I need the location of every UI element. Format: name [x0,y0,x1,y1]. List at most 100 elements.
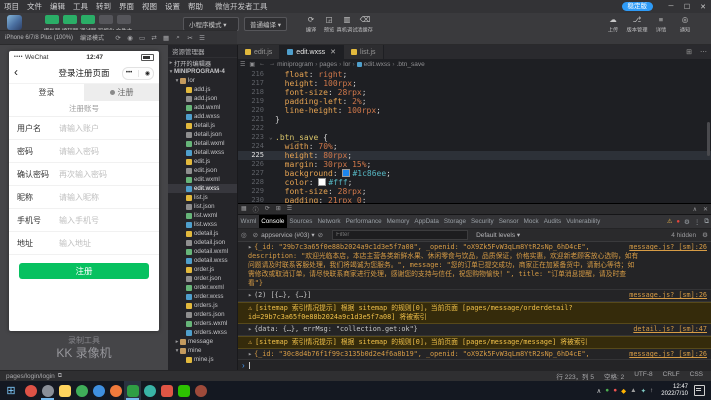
menu-item[interactable]: 文件 [23,1,46,12]
tree-item-list.js[interactable]: list.js [168,193,237,202]
editor-tab-edit.wxss[interactable]: edit.wxss✕ [280,45,344,59]
sim-control-icon[interactable]: ⟳ [112,34,124,42]
globe-app-icon[interactable] [141,381,158,400]
console-log-row[interactable]: ▸{data: {…}, errMsg: "collection.get:ok"… [238,324,711,336]
start-button[interactable]: ⊞ [0,384,22,397]
sim-control-icon[interactable]: ◉ [124,34,136,42]
breadcrumb-item[interactable]: miniprogram [277,61,313,68]
action-编译[interactable]: ⟳编译 [302,15,320,34]
maximize-button[interactable]: ☐ [679,3,695,11]
devtools-app-icon[interactable] [39,381,56,400]
tray-icon[interactable]: ▲ [628,387,638,394]
source-link[interactable]: message.js? [sm]:26 [629,350,707,359]
sim-control-icon[interactable]: ✂ [184,34,196,42]
debugger-toolbar-icon[interactable]: ⟳ [262,205,273,214]
debugger-collapse-icon[interactable]: ∧ [690,206,700,213]
menu-item[interactable]: 工具 [69,1,92,12]
source-link[interactable]: detail.js? [sm]:47 [633,325,707,334]
tree-item-odetail.js[interactable]: odetail.js [168,229,237,238]
tabbar-action-icon[interactable]: ⋯ [696,48,711,56]
maroon-app-icon[interactable] [192,381,209,400]
devtools-tab-mock[interactable]: Mock [521,215,541,228]
breadcrumb-nav-icon[interactable]: ← [257,61,267,68]
field-input[interactable]: 请输入账户 [59,123,99,134]
filter-input[interactable] [332,230,468,240]
tray-icon[interactable]: ● [611,387,619,394]
breadcrumb-item[interactable]: .btn_save [397,61,425,68]
sim-control-icon[interactable]: ⌕ [172,34,184,42]
devtools-tab-appdata[interactable]: AppData [412,215,442,228]
tree-item-orders.js[interactable]: orders.js [168,301,237,310]
devtools-tab-audits[interactable]: Audits [541,215,564,228]
status-segment[interactable]: CRLF [663,371,680,381]
editor-scrollbar[interactable] [707,122,710,156]
log-levels-dropdown[interactable]: Default levels ▾ [476,231,520,239]
tree-item-orders.wxss[interactable]: orders.wxss [168,328,237,337]
tree-item-add.js[interactable]: add.js [168,85,237,94]
status-segment[interactable]: UTF-8 [634,371,652,381]
tree-item-message[interactable]: ▸message [168,337,237,346]
tree-item-edit.wxss[interactable]: edit.wxss [168,184,237,193]
tree-item-add.wxml[interactable]: add.wxml [168,103,237,112]
console-output[interactable]: ▸{_id: "29b7c3a65f0e88b2024a9c1d3e5f7a08… [238,242,711,359]
action-详情[interactable]: ≡详情 [649,15,673,34]
tray-icon[interactable]: ◆ [619,387,628,395]
console-log-row[interactable]: ▸(2) [{…}, {…}]message.js? [sm]:26 [238,290,711,302]
field-input[interactable]: 再次输入密码 [59,169,107,180]
sim-control-icon[interactable]: ▦ [160,34,172,42]
sim-control-icon[interactable]: ▭ [136,34,148,42]
console-log-row[interactable]: ▸{_id: "30c8d4b76f1f99c3135b0d2e4f6a8b19… [238,349,711,359]
tree-item-edit.wxml[interactable]: edit.wxml [168,175,237,184]
tree-item-order.js[interactable]: order.js [168,265,237,274]
blue-app-icon[interactable] [90,381,107,400]
field-input[interactable]: 输入手机号 [59,215,99,226]
context-selector[interactable]: appservice (#03) ▾ [261,231,314,239]
console-warning-row[interactable]: ⚠[sitemap 索引情况提示] 根据 sitemap 的规则[0]，当前页面… [238,336,711,349]
current-page-path[interactable]: pages/login/login [6,373,55,380]
devtools-tab-vulnerability[interactable]: Vulnerability [564,215,603,228]
devtools-tab-console[interactable]: Console [259,215,287,228]
more-dots-icon[interactable]: ••• [126,70,132,76]
tree-item-mine[interactable]: ▾mine [168,346,237,355]
menu-item[interactable]: 转到 [92,1,115,12]
devtools-tab-sources[interactable]: Sources [287,215,315,228]
menu-item[interactable]: 编辑 [46,1,69,12]
devtools-tab-storage[interactable]: Storage [441,215,468,228]
breadcrumb-nav-icon[interactable]: ☰ [238,61,247,68]
tab-注册[interactable]: 注册 [84,84,159,101]
breadcrumb-nav-icon[interactable]: ▣ [247,61,257,68]
tree-item-lor[interactable]: ▾lor [168,76,237,85]
action-版本管理[interactable]: ⎇版本管理 [625,15,649,34]
field-input[interactable]: 请输入昵称 [59,192,99,203]
devtools-tab-performance[interactable]: Performance [343,215,384,228]
console-settings-icon[interactable]: ⚙ [699,231,711,239]
green-app-icon[interactable] [73,381,90,400]
action-预览[interactable]: ◲预览 [320,15,338,34]
tree-item-odetail.wxml[interactable]: odetail.wxml [168,247,237,256]
console-log-row[interactable]: ▸{_id: "29b7c3a65f0e88b2024a9c1d3e5f7a08… [238,242,711,290]
tree-item-odetail.wxss[interactable]: odetail.wxss [168,256,237,265]
tree-item-order.wxss[interactable]: order.wxss [168,292,237,301]
source-link[interactable]: message.js? [sm]:26 [629,243,707,252]
status-segment[interactable]: 行 223，列 5 [556,371,594,381]
menu-item[interactable]: 界面 [115,1,138,12]
status-segment[interactable]: 空格: 2 [604,371,624,381]
menu-item[interactable]: 帮助 [184,1,207,12]
action-上传[interactable]: ☁上传 [601,15,625,34]
menu-item[interactable]: 视图 [138,1,161,12]
project-root-row[interactable]: ▾MINIPROGRAM-4 [168,67,237,76]
close-tab-icon[interactable]: ✕ [330,48,336,56]
tray-icon[interactable]: ● [603,387,611,394]
editor-tab-list.js[interactable]: list.js [344,45,384,59]
sim-control-icon[interactable]: ☰ [196,34,208,42]
breadcrumb-nav-icon[interactable]: → [267,61,277,68]
breadcrumb-item[interactable]: lor [343,61,350,68]
action-真机调试[interactable]: ▥真机调试 [338,15,356,34]
search-app-icon[interactable] [107,381,124,400]
devtools-menu-icon[interactable]: ⋮ [692,218,703,226]
tree-item-orders.json[interactable]: orders.json [168,310,237,319]
sim-control-icon[interactable]: ⇄ [148,34,160,42]
field-input[interactable]: 输入地址 [59,238,91,249]
devtools-tab-memory[interactable]: Memory [384,215,412,228]
action-清缓存[interactable]: ⌫清缓存 [356,15,374,34]
